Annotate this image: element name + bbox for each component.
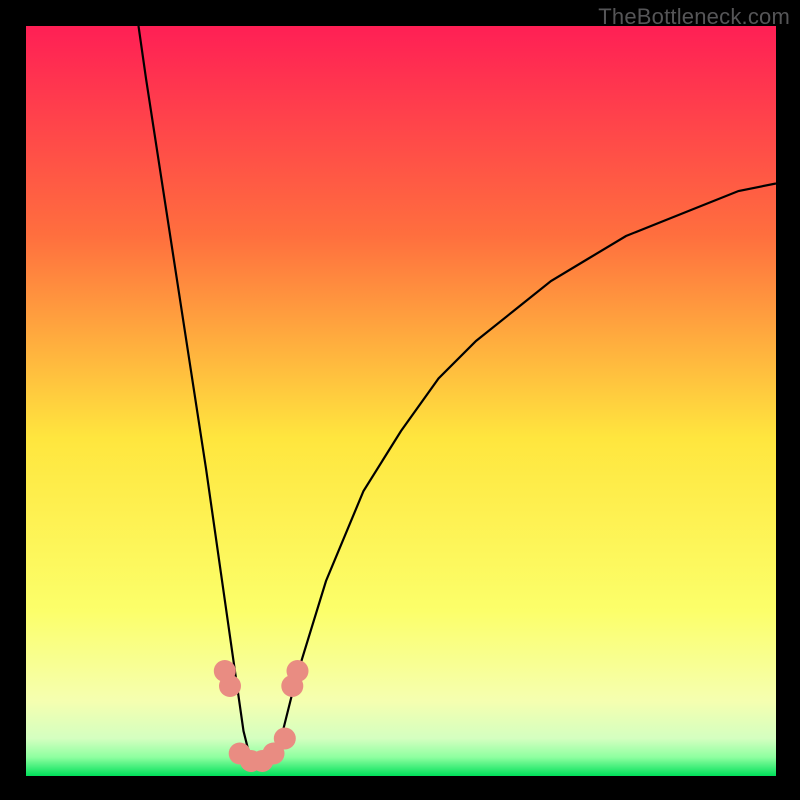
attribution-watermark: TheBottleneck.com (598, 4, 790, 30)
data-marker (287, 660, 309, 682)
chart-svg (26, 26, 776, 776)
chart-frame: TheBottleneck.com (0, 0, 800, 800)
gradient-background (26, 26, 776, 776)
chart-plot-area (26, 26, 776, 776)
data-marker (219, 675, 241, 697)
data-marker (274, 728, 296, 750)
